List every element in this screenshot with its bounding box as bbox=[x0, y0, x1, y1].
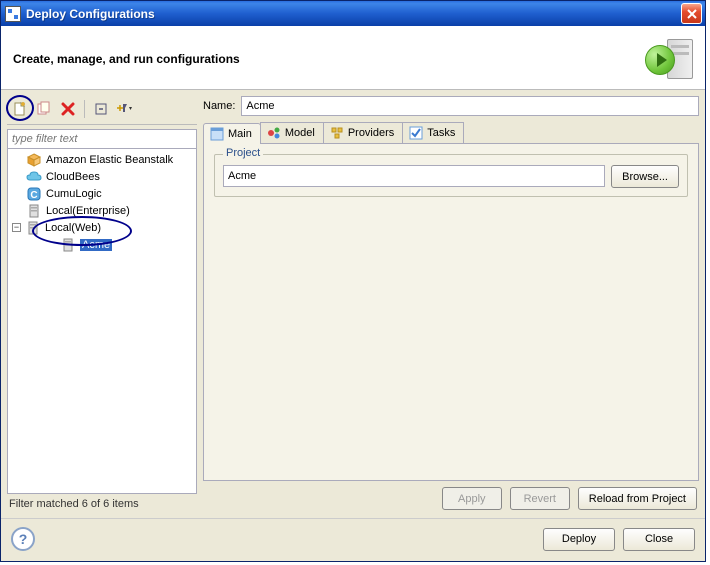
tab-label: Model bbox=[285, 127, 315, 139]
name-row: Name: bbox=[203, 96, 699, 116]
tab-model[interactable]: Model bbox=[260, 122, 324, 143]
config-tree[interactable]: Amazon Elastic Beanstalk CloudBees C Cum… bbox=[7, 149, 197, 494]
server-icon bbox=[26, 203, 42, 219]
delete-icon bbox=[61, 102, 75, 116]
titlebar: Deploy Configurations bbox=[1, 1, 705, 26]
collapse-all-button[interactable] bbox=[90, 98, 112, 120]
close-icon bbox=[687, 9, 697, 19]
revert-button[interactable]: Revert bbox=[510, 487, 570, 510]
duplicate-config-button[interactable] bbox=[33, 98, 55, 120]
collapse-icon bbox=[94, 102, 108, 116]
right-panel: Name: Main Model Providers Tas bbox=[203, 96, 699, 512]
providers-tab-icon bbox=[330, 126, 344, 140]
apply-button[interactable]: Apply bbox=[442, 487, 502, 510]
tab-label: Tasks bbox=[427, 127, 455, 139]
tree-item-label: Local(Web) bbox=[45, 222, 101, 234]
tab-main[interactable]: Main bbox=[203, 123, 261, 144]
tile-icon: C bbox=[26, 186, 42, 202]
right-panel-buttons: Apply Revert Reload from Project bbox=[203, 481, 699, 512]
window-title: Deploy Configurations bbox=[26, 7, 681, 21]
tree-item-cumulogic[interactable]: C CumuLogic bbox=[8, 185, 196, 202]
duplicate-icon bbox=[36, 101, 52, 117]
tasks-tab-icon bbox=[409, 126, 423, 140]
dialog-body: Amazon Elastic Beanstalk CloudBees C Cum… bbox=[1, 90, 705, 518]
deploy-header-icon bbox=[645, 35, 693, 83]
help-button[interactable]: ? bbox=[11, 527, 35, 551]
cloud-icon bbox=[26, 169, 42, 185]
toolbar-separator bbox=[84, 100, 85, 118]
tab-label: Main bbox=[228, 128, 252, 140]
tree-item-local-web[interactable]: − Local(Web) bbox=[8, 219, 196, 236]
tab-bar: Main Model Providers Tasks bbox=[203, 122, 699, 144]
app-icon bbox=[5, 6, 21, 22]
delete-config-button[interactable] bbox=[57, 98, 79, 120]
help-icon: ? bbox=[19, 531, 28, 547]
tree-item-cloudbees[interactable]: CloudBees bbox=[8, 168, 196, 185]
main-tab-icon bbox=[210, 127, 224, 141]
left-panel: Amazon Elastic Beanstalk CloudBees C Cum… bbox=[7, 96, 197, 512]
tree-item-label: Local(Enterprise) bbox=[46, 205, 130, 217]
server-icon bbox=[25, 220, 41, 236]
tree-item-label: CloudBees bbox=[46, 171, 100, 183]
filter-menu-button[interactable] bbox=[114, 98, 136, 120]
dialog-header-title: Create, manage, and run configurations bbox=[13, 52, 240, 66]
tree-item-label: Amazon Elastic Beanstalk bbox=[46, 154, 173, 166]
name-input[interactable] bbox=[241, 96, 699, 116]
tab-tasks[interactable]: Tasks bbox=[402, 122, 464, 143]
svg-text:C: C bbox=[30, 190, 37, 201]
filter-icon bbox=[116, 102, 134, 116]
model-tab-icon bbox=[267, 126, 281, 140]
tab-content-main: Project Browse... bbox=[203, 144, 699, 481]
new-file-icon bbox=[12, 101, 28, 117]
cube-icon bbox=[26, 152, 42, 168]
tab-providers[interactable]: Providers bbox=[323, 122, 403, 143]
project-group: Project Browse... bbox=[214, 154, 688, 197]
deploy-button[interactable]: Deploy bbox=[543, 528, 615, 551]
config-toolbar bbox=[7, 96, 197, 124]
filter-input[interactable] bbox=[7, 129, 197, 149]
server-icon bbox=[60, 237, 76, 253]
reload-button[interactable]: Reload from Project bbox=[578, 487, 697, 510]
filter-status: Filter matched 6 of 6 items bbox=[7, 494, 197, 512]
tree-item-label: Acme bbox=[80, 239, 112, 251]
tab-label: Providers bbox=[348, 127, 394, 139]
tree-collapse-toggle[interactable]: − bbox=[12, 223, 21, 232]
project-input[interactable] bbox=[223, 165, 605, 187]
window-close-button[interactable] bbox=[681, 3, 702, 24]
close-button[interactable]: Close bbox=[623, 528, 695, 551]
new-config-button[interactable] bbox=[9, 98, 31, 120]
toolbar-divider bbox=[7, 124, 197, 125]
name-label: Name: bbox=[203, 100, 235, 112]
project-group-title: Project bbox=[223, 147, 263, 159]
tree-item-acme[interactable]: Acme bbox=[8, 236, 196, 253]
tree-item-local-enterprise[interactable]: Local(Enterprise) bbox=[8, 202, 196, 219]
tree-item-label: CumuLogic bbox=[46, 188, 102, 200]
browse-button[interactable]: Browse... bbox=[611, 165, 679, 188]
dialog-header: Create, manage, and run configurations bbox=[1, 26, 705, 90]
tree-item-beanstalk[interactable]: Amazon Elastic Beanstalk bbox=[8, 151, 196, 168]
dialog-footer: ? Deploy Close bbox=[1, 518, 705, 561]
